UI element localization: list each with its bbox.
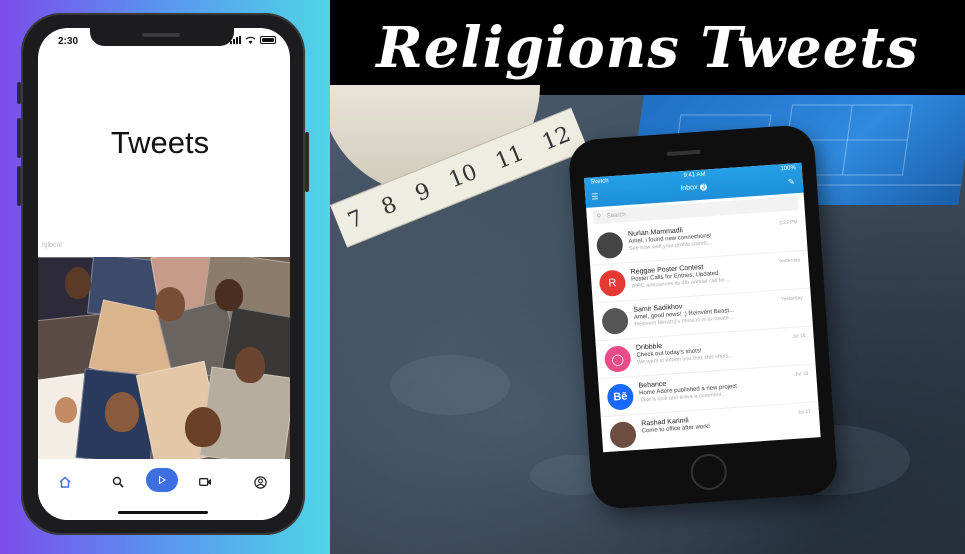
video-icon	[198, 478, 211, 486]
collage-face	[155, 287, 185, 321]
search-icon	[112, 476, 124, 488]
phone-screen: 2:30 Tweets hjlbcnl	[38, 28, 290, 520]
tape-number: 12	[538, 121, 574, 156]
collage-face	[215, 279, 243, 311]
collage-face	[55, 397, 77, 423]
photo-collage[interactable]	[38, 257, 290, 459]
stone-texture	[390, 355, 510, 415]
signal-icon	[230, 36, 241, 44]
mail-time: Jul 18	[792, 332, 806, 340]
tape-number: 8	[377, 191, 401, 221]
bottom-nav	[38, 460, 290, 520]
battery-icon	[260, 36, 276, 44]
mockup-screen: Sketch 9:41 AM 100% ☰ Inbox 3 ✎ ⚲ Search	[584, 162, 821, 453]
mail-time: Jul 17	[797, 408, 812, 416]
status-time: 2:30	[58, 36, 79, 47]
collage-face	[185, 407, 221, 447]
promo-left-panel: 2:30 Tweets hjlbcnl	[0, 0, 330, 554]
mail-battery: 100%	[780, 165, 797, 173]
phone-volume-down	[17, 166, 21, 206]
nav-home[interactable]	[50, 471, 80, 493]
mail-badge: 3	[699, 183, 708, 191]
compose-icon[interactable]: ✎	[788, 177, 795, 186]
phone-notch	[90, 28, 234, 46]
mail-time: 3:23 PM	[778, 219, 798, 227]
mockup-speaker	[666, 149, 701, 157]
mockup-phone: Sketch 9:41 AM 100% ☰ Inbox 3 ✎ ⚲ Search	[567, 123, 839, 511]
banner: Religions Tweets	[330, 0, 965, 95]
status-icons	[230, 36, 276, 44]
behance-icon: Bē	[606, 383, 635, 411]
wifi-icon	[245, 36, 256, 44]
home-icon	[59, 476, 71, 488]
account-icon	[253, 475, 267, 489]
tape-number: 10	[445, 159, 481, 193]
page-title: Tweets	[110, 125, 210, 160]
banner-title: Religions Tweets	[376, 14, 919, 81]
avatar	[601, 307, 629, 336]
mail-time: Jul 18	[794, 370, 809, 378]
notch-speaker	[142, 33, 180, 37]
tape-number: 7	[344, 205, 367, 234]
collage-face	[105, 392, 139, 432]
promo-right-panel: Religions Tweets 7 8 9 10 11 12 Sketch 9…	[330, 0, 965, 554]
mail-clock: 9:41 AM	[683, 171, 706, 180]
mockup-home-button	[689, 452, 729, 492]
collage-face	[65, 267, 91, 299]
play-icon	[159, 476, 166, 484]
search-icon: ⚲	[596, 213, 602, 221]
phone-volume-up	[17, 118, 21, 158]
nav-video[interactable]	[190, 471, 220, 493]
phone-mute-switch	[17, 82, 21, 104]
mail-search-placeholder: Search	[606, 212, 626, 220]
home-indicator	[118, 511, 208, 514]
hero-photo: 7 8 9 10 11 12 Sketch 9:41 AM 100% ☰ Inb…	[330, 85, 965, 554]
phone-power-button	[305, 132, 309, 192]
dribbble-icon: ◯	[603, 345, 632, 373]
avatar	[595, 231, 624, 260]
collage-face	[235, 347, 265, 383]
nav-account[interactable]	[245, 471, 275, 493]
mail-title-label: Inbox	[680, 184, 698, 193]
tape-number: 9	[411, 178, 434, 207]
nav-search[interactable]	[103, 471, 133, 493]
avatar	[609, 420, 637, 449]
avatar: R	[598, 269, 627, 298]
nav-play[interactable]	[146, 468, 178, 492]
mail-carrier: Sketch	[590, 178, 609, 186]
tape-number: 11	[491, 140, 528, 175]
caption-text: hjlbcnl	[42, 242, 62, 249]
